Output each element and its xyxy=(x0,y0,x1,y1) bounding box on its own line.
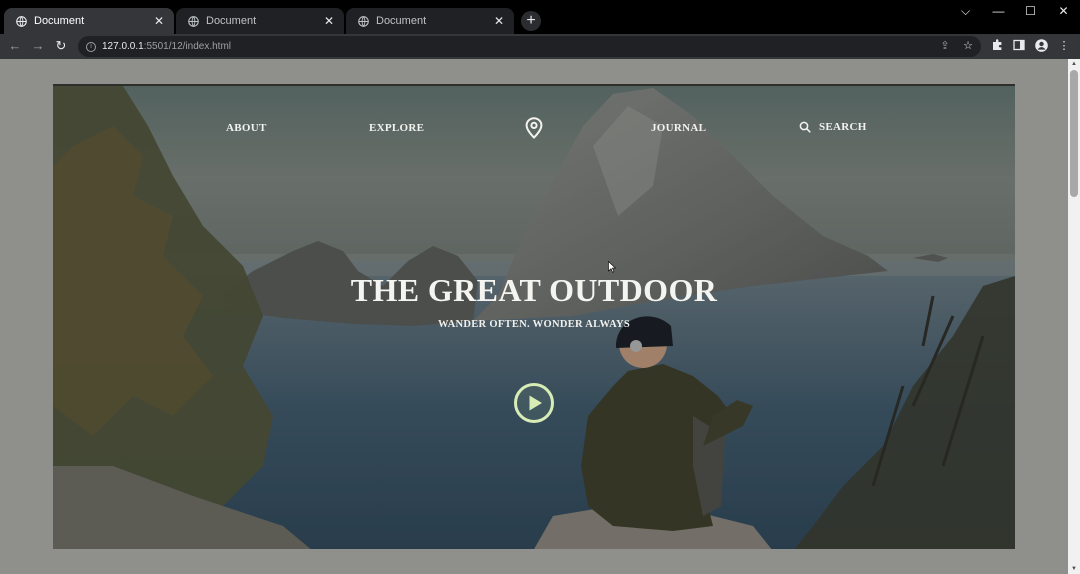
play-video-button[interactable] xyxy=(513,382,555,424)
search-icon xyxy=(799,121,811,133)
browser-menu-icon[interactable]: ⋮ xyxy=(1057,39,1071,53)
scroll-down-arrow-icon[interactable]: ▼ xyxy=(1068,564,1080,574)
reload-icon[interactable]: ↻ xyxy=(52,37,70,55)
browser-toolbar: ← → ↻ i 127.0.0.1 :5501/12/index.html ⇪ … xyxy=(0,34,1080,59)
share-icon[interactable]: ⇪ xyxy=(938,39,952,53)
scroll-up-arrow-icon[interactable]: ▲ xyxy=(1068,59,1080,69)
page-viewport: ABOUT EXPLORE JOURNAL SEARCH THE GREAT O… xyxy=(0,59,1068,574)
nav-link-about[interactable]: ABOUT xyxy=(226,122,267,134)
extensions-icon[interactable] xyxy=(990,39,1004,53)
globe-icon xyxy=(188,15,199,27)
site-navigation: ABOUT EXPLORE JOURNAL SEARCH xyxy=(53,86,1015,166)
tab-strip: Document ✕ Document ✕ Document ✕ + ⌵ — ☐… xyxy=(0,0,1080,34)
profile-avatar-icon[interactable] xyxy=(1034,39,1048,53)
nav-link-explore[interactable]: EXPLORE xyxy=(369,122,424,134)
url-path: :5501/12/index.html xyxy=(143,41,231,52)
page-scrollbar[interactable]: ▲ ▼ xyxy=(1068,59,1080,574)
side-panel-icon[interactable] xyxy=(1012,39,1026,53)
minimize-icon[interactable]: — xyxy=(982,0,1015,22)
maximize-icon[interactable]: ☐ xyxy=(1014,0,1047,22)
nav-link-journal[interactable]: JOURNAL xyxy=(651,122,706,134)
tab-document-1[interactable]: Document ✕ xyxy=(4,8,174,34)
close-tab-icon[interactable]: ✕ xyxy=(322,14,336,28)
tab-title: Document xyxy=(206,15,257,27)
hero-subtitle: WANDER OFTEN. WONDER ALWAYS xyxy=(437,319,631,330)
address-bar[interactable]: i 127.0.0.1 :5501/12/index.html xyxy=(78,36,981,57)
location-pin-icon[interactable] xyxy=(525,117,543,139)
scrollbar-thumb[interactable] xyxy=(1070,70,1078,197)
site-info-icon[interactable]: i xyxy=(86,41,96,52)
tab-document-3[interactable]: Document ✕ xyxy=(346,8,514,34)
nav-search-button[interactable]: SEARCH xyxy=(799,121,867,133)
close-tab-icon[interactable]: ✕ xyxy=(492,14,506,28)
globe-icon xyxy=(16,15,27,27)
url-host: 127.0.0.1 xyxy=(102,41,144,52)
back-icon[interactable]: ← xyxy=(6,37,24,55)
tab-title: Document xyxy=(376,15,427,27)
close-window-icon[interactable]: ✕ xyxy=(1047,0,1080,22)
tab-title: Document xyxy=(34,15,85,27)
close-tab-icon[interactable]: ✕ xyxy=(152,14,166,28)
new-tab-button[interactable]: + xyxy=(521,11,541,31)
forward-icon[interactable]: → xyxy=(29,37,47,55)
mouse-cursor-icon xyxy=(608,261,616,273)
hero-section: ABOUT EXPLORE JOURNAL SEARCH THE GREAT O… xyxy=(53,84,1015,549)
hero-title: THE GREAT OUTDOOR xyxy=(350,272,718,308)
globe-icon xyxy=(358,15,369,27)
tab-search-icon[interactable]: ⌵ xyxy=(949,0,982,22)
tab-document-2[interactable]: Document ✕ xyxy=(176,8,344,34)
nav-search-label: SEARCH xyxy=(819,121,867,133)
bookmark-star-icon[interactable]: ☆ xyxy=(961,39,975,53)
